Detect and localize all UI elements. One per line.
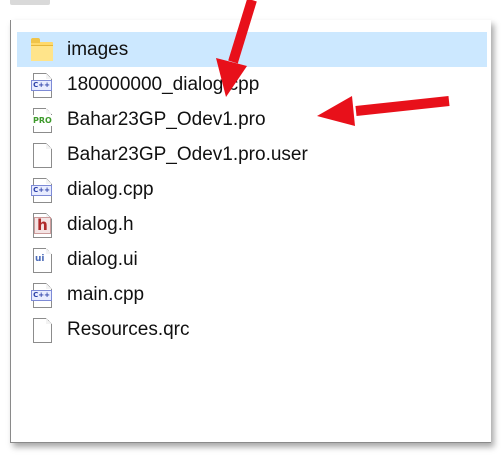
file-list: images C++ 180000000_dialog.cpp PRO Baha… — [17, 32, 487, 347]
file-item-bahar23gp-odev1-pro[interactable]: PRO Bahar23GP_Odev1.pro — [17, 102, 487, 137]
file-item-dialog-ui[interactable]: ui dialog.ui — [17, 242, 487, 277]
file-name: main.cpp — [67, 283, 145, 305]
file-name: dialog.ui — [67, 248, 138, 270]
file-name: images — [67, 38, 129, 60]
cpp-file-icon: C++ — [31, 282, 53, 308]
file-name: dialog.cpp — [67, 178, 154, 200]
file-item-resources-qrc[interactable]: Resources.qrc — [17, 312, 487, 347]
window-top-edge — [0, 0, 501, 20]
cpp-file-icon: C++ — [31, 177, 53, 203]
file-name: Bahar23GP_Odev1.pro.user — [67, 143, 308, 165]
ui-file-icon: ui — [31, 247, 53, 273]
cpp-file-icon: C++ — [31, 72, 53, 98]
file-item-images[interactable]: images — [17, 32, 487, 67]
partial-header — [10, 0, 50, 5]
header-file-icon: h — [31, 212, 53, 238]
file-name: Resources.qrc — [67, 318, 190, 340]
file-item-180000000-dialog-cpp[interactable]: C++ 180000000_dialog.cpp — [17, 67, 487, 102]
file-item-dialog-h[interactable]: h dialog.h — [17, 207, 487, 242]
generic-file-icon — [31, 317, 53, 343]
file-item-dialog-cpp[interactable]: C++ dialog.cpp — [17, 172, 487, 207]
folder-icon — [31, 37, 53, 63]
file-name: dialog.h — [67, 213, 134, 235]
file-name: Bahar23GP_Odev1.pro — [67, 108, 266, 130]
generic-file-icon — [31, 142, 53, 168]
file-item-bahar23gp-odev1-pro-user[interactable]: Bahar23GP_Odev1.pro.user — [17, 137, 487, 172]
pro-file-icon: PRO — [31, 107, 53, 133]
file-item-main-cpp[interactable]: C++ main.cpp — [17, 277, 487, 312]
file-name: 180000000_dialog.cpp — [67, 73, 260, 95]
